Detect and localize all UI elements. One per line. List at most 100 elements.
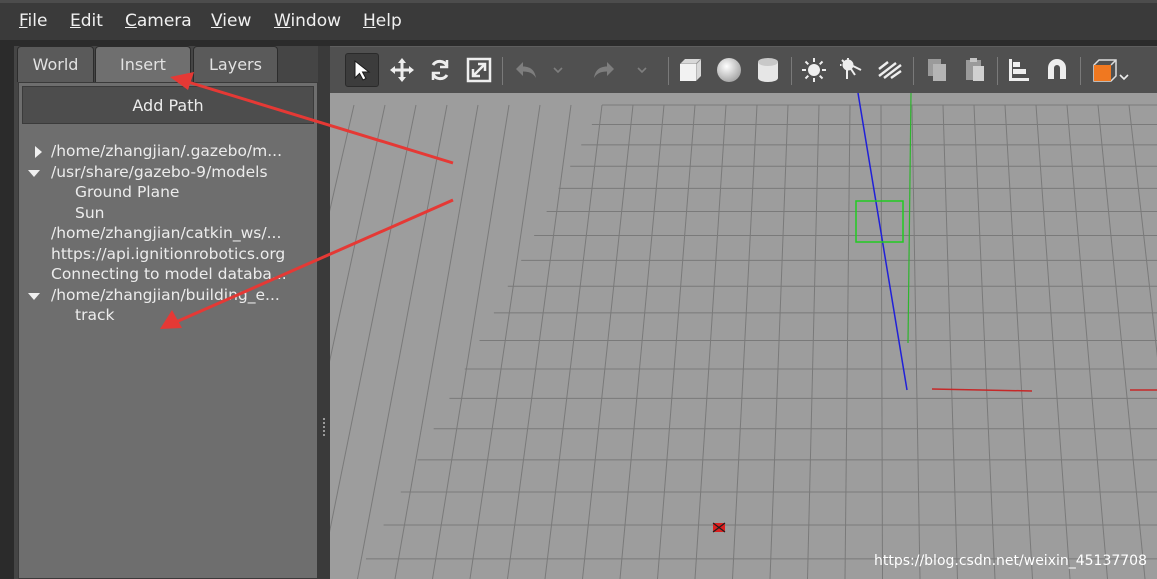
menu-view-mnemonic: V	[211, 11, 223, 31]
spot-light-icon[interactable]	[835, 53, 869, 87]
scene-viewport[interactable]: https://blog.csdn.net/weixin_45137708	[330, 93, 1157, 579]
view-angle-icon[interactable]	[1087, 53, 1131, 87]
tree-item-label: /home/zhangjian/.gazebo/m...	[51, 142, 283, 160]
toolbar-separator	[668, 57, 669, 85]
menu-edit-mnemonic: E	[70, 11, 81, 31]
splitter-grip-dot	[323, 430, 325, 432]
toolbar-separator	[1080, 57, 1081, 85]
snap-icon[interactable]	[1040, 53, 1074, 87]
redo-icon[interactable]	[586, 53, 620, 87]
grid-line	[330, 104, 386, 362]
x-axis-line	[931, 388, 1033, 392]
grid-line	[544, 104, 603, 579]
grid-line	[394, 104, 479, 579]
menu-camera-label: amera	[136, 11, 192, 31]
menu-bar: File Edit Camera View Window Help	[0, 0, 1157, 40]
toolbar-separator	[502, 57, 503, 85]
grid-line	[432, 104, 510, 579]
toolbar	[330, 46, 1157, 93]
copy-icon[interactable]	[920, 53, 954, 87]
tab-insert[interactable]: Insert	[95, 46, 191, 82]
menu-edit-label: dit	[80, 11, 103, 31]
tab-layers[interactable]: Layers	[193, 46, 278, 82]
grid-line	[657, 104, 696, 579]
tab-world[interactable]: World	[17, 46, 94, 82]
toolbar-separator	[791, 57, 792, 85]
splitter-grip-dot	[323, 418, 325, 420]
menu-window-label: indow	[290, 11, 342, 31]
model-marker-icon[interactable]	[712, 522, 726, 533]
watermark-text: https://blog.csdn.net/weixin_45137708	[873, 553, 1147, 569]
cylinder-icon[interactable]	[751, 53, 785, 87]
grid-line	[880, 104, 883, 579]
tree-item-label: https://api.ignitionrobotics.org	[51, 245, 286, 263]
panel-splitter[interactable]	[318, 46, 330, 579]
grid-line	[469, 104, 541, 579]
tree-item-label: /home/zhangjian/building_e...	[51, 286, 280, 304]
grid-line	[1128, 104, 1157, 358]
menu-help-mnemonic: H	[363, 11, 376, 31]
tree-item-label: /usr/share/gazebo-9/models	[51, 163, 268, 181]
grid-line	[732, 104, 758, 579]
box-icon[interactable]	[673, 53, 707, 87]
menu-window-mnemonic: W	[274, 11, 291, 31]
menu-file-mnemonic: F	[19, 11, 28, 31]
splitter-grip-dot	[323, 434, 325, 436]
splitter-grip-dot	[323, 426, 325, 428]
add-path-button[interactable]: Add Path	[22, 86, 314, 124]
point-light-icon[interactable]	[797, 53, 831, 87]
grid-line	[1004, 104, 1033, 579]
menu-help[interactable]: Help	[363, 11, 402, 31]
tree-item-label: /home/zhangjian/catkin_ws/...	[51, 224, 282, 242]
sphere-icon[interactable]	[712, 53, 746, 87]
insert-tab-panel: Add Path /home/zhangjian/.gazebo/m... /u…	[18, 82, 318, 579]
scene-canvas	[330, 93, 1157, 579]
tree-item-label: Sun	[75, 204, 105, 222]
grid-line	[330, 104, 417, 533]
toolbar-separator	[997, 57, 998, 85]
directional-light-icon[interactable]	[873, 53, 907, 87]
rotate-icon[interactable]	[423, 53, 457, 87]
menu-camera[interactable]: Camera	[125, 11, 192, 31]
paste-icon[interactable]	[958, 53, 992, 87]
grid-line	[1035, 104, 1071, 579]
grid-line	[357, 104, 448, 579]
tree-item-label: Ground Plane	[75, 183, 180, 201]
collapse-arrow-icon[interactable]	[28, 170, 40, 177]
menu-file-label: ile	[27, 11, 48, 31]
left-panel: World Insert Layers Add Path /home/zhang…	[14, 46, 318, 579]
grid-line	[507, 104, 572, 579]
y-axis-line	[907, 93, 912, 344]
expand-arrow-icon[interactable]	[35, 146, 42, 158]
grid-line	[807, 104, 820, 579]
undo-icon[interactable]	[510, 53, 544, 87]
menu-window[interactable]: Window	[274, 11, 341, 31]
menu-file[interactable]: File	[19, 11, 47, 31]
grid-line	[942, 104, 958, 579]
menu-camera-mnemonic: C	[125, 11, 137, 31]
grid-line	[1097, 104, 1146, 579]
collapse-arrow-icon[interactable]	[28, 293, 40, 300]
grid-line	[619, 104, 665, 579]
align-icon[interactable]	[1002, 53, 1036, 87]
grid-line	[769, 104, 789, 579]
menu-view[interactable]: View	[211, 11, 251, 31]
tree-item-label: track	[75, 306, 115, 324]
splitter-grip-dot	[323, 422, 325, 424]
grid-line	[911, 104, 921, 579]
menu-view-label: iew	[222, 11, 252, 31]
menu-edit[interactable]: Edit	[70, 11, 103, 31]
grid-line	[694, 104, 727, 579]
grid-line	[844, 104, 851, 579]
redo-dropdown-icon[interactable]	[632, 53, 652, 87]
grid-line	[973, 104, 996, 579]
menu-help-label: elp	[375, 11, 402, 31]
translate-icon[interactable]	[385, 53, 419, 87]
toolbar-separator	[913, 57, 914, 85]
undo-dropdown-icon[interactable]	[548, 53, 568, 87]
scale-icon[interactable]	[462, 53, 496, 87]
ground-grid	[330, 104, 1157, 579]
select-arrow-icon[interactable]	[345, 53, 379, 87]
tree-item-label: Connecting to model databa...	[51, 265, 287, 283]
grid-line	[1066, 104, 1108, 579]
